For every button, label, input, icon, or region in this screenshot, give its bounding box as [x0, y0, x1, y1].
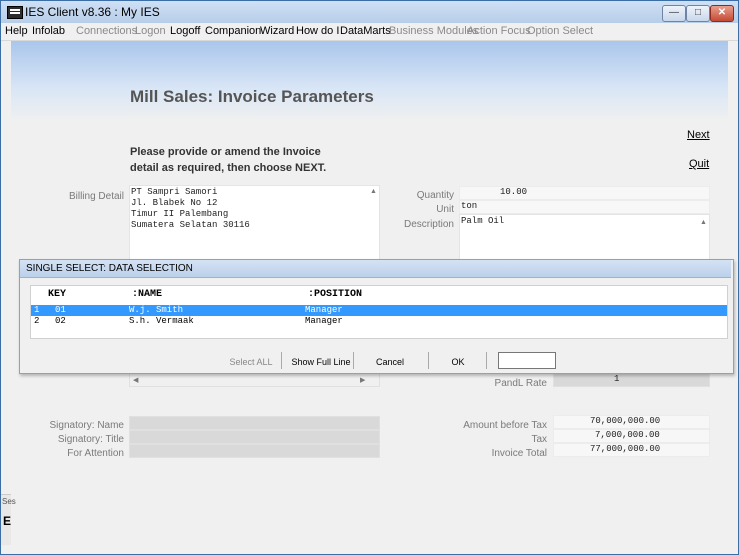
next-link[interactable]: Next — [687, 129, 710, 141]
row-name: S.h. Vermaak — [129, 316, 194, 326]
invoice-total-field: 77,000,000.00 — [553, 443, 710, 457]
minimize-button[interactable]: — — [662, 5, 686, 22]
signatory-title-label: Signatory: Title — [57, 434, 124, 445]
scroll-up-arrow-icon[interactable]: ▲ — [700, 219, 707, 226]
menu-action-focus[interactable]: Action Focus — [467, 25, 531, 37]
show-full-line-button[interactable]: Show Full Line — [291, 354, 351, 370]
row-position: Manager — [305, 305, 343, 315]
quantity-label: Quantity — [416, 190, 454, 201]
menu-infolab[interactable]: Infolab — [32, 25, 65, 37]
filter-input[interactable] — [498, 352, 556, 369]
invoice-total-value: 77,000,000.00 — [590, 444, 661, 454]
signatory-title-field[interactable] — [129, 430, 380, 444]
tax-value: 7,000,000.00 — [595, 430, 660, 440]
billing-line-3: Timur II Palembang — [131, 209, 229, 219]
table-row[interactable]: 2 02 S.h. Vermaak Manager — [31, 316, 727, 327]
row-number: 2 — [34, 316, 40, 326]
billing-detail-textarea[interactable]: PT Sampri Samori Jl. Blabek No 12 Timur … — [129, 185, 380, 261]
quantity-value: 10.00 — [500, 187, 528, 197]
billing-line-4: Sumatera Selatan 30116 — [131, 220, 250, 230]
row-key: 01 — [55, 305, 66, 315]
quit-link[interactable]: Quit — [689, 158, 709, 170]
cancel-button[interactable]: Cancel — [366, 354, 414, 370]
unit-value: ton — [461, 201, 478, 211]
instructions: Please provide or amend the Invoice deta… — [130, 144, 370, 176]
menu-bar: Help Infolab Connections Logon Logoff Co… — [1, 23, 738, 41]
billing-line-1: PT Sampri Samori — [131, 187, 218, 197]
select-all-button[interactable]: Select ALL — [226, 354, 276, 370]
header-band — [11, 41, 728, 121]
row-key: 02 — [55, 316, 66, 326]
for-attention-field[interactable] — [129, 444, 380, 458]
selection-grid[interactable]: KEY :NAME :POSITION 1 01 W.j. Smith Mana… — [30, 285, 728, 339]
billing-detail-label: Billing Detail — [68, 191, 124, 202]
unit-field[interactable]: ton — [459, 200, 710, 214]
menu-logoff[interactable]: Logoff — [170, 25, 200, 37]
dialog-title: SINGLE SELECT: DATA SELECTION — [20, 260, 731, 278]
button-separator — [281, 352, 282, 369]
menu-datamarts[interactable]: DataMarts — [340, 25, 391, 37]
for-attention-label: For Attention — [67, 448, 124, 459]
row-number: 1 — [34, 305, 40, 315]
close-button[interactable]: ✕ — [710, 5, 734, 22]
tax-label: Tax — [531, 434, 547, 445]
title-bar: IES Client v8.36 : My IES — □ ✕ — [1, 1, 738, 24]
row-position: Manager — [305, 316, 343, 326]
button-separator — [353, 352, 354, 369]
column-header-key[interactable]: KEY — [48, 289, 66, 300]
scroll-left-arrow-icon[interactable]: ◀ — [133, 376, 138, 384]
tax-field: 7,000,000.00 — [553, 429, 710, 443]
amount-before-tax-field: 70,000,000.00 — [553, 415, 710, 429]
side-panel-text: Ses — [2, 497, 16, 506]
signatory-name-label: Signatory: Name — [49, 420, 124, 431]
pandl-rate-value: 1 — [614, 374, 620, 384]
menu-logon[interactable]: Logon — [135, 25, 166, 37]
menu-option-select[interactable]: Option Select — [527, 25, 593, 37]
horizontal-scrollbar[interactable]: ◀ ▶ — [129, 373, 380, 387]
table-row[interactable]: 1 01 W.j. Smith Manager — [31, 305, 727, 316]
menu-how-do-i[interactable]: How do I — [296, 25, 339, 37]
scroll-right-arrow-icon[interactable]: ▶ — [360, 376, 365, 384]
button-separator — [428, 352, 429, 369]
amount-before-tax-value: 70,000,000.00 — [590, 416, 661, 426]
page-title: Mill Sales: Invoice Parameters — [130, 87, 374, 106]
quantity-field[interactable]: 10.00 — [459, 186, 710, 200]
description-label: Description — [403, 219, 454, 230]
scroll-up-arrow-icon[interactable]: ▲ — [370, 188, 377, 195]
menu-connections[interactable]: Connections — [76, 25, 137, 37]
description-textarea[interactable]: Palm Oil ▲ — [459, 214, 710, 260]
pandl-rate-field[interactable]: 1 — [553, 373, 710, 387]
row-name: W.j. Smith — [129, 305, 184, 315]
instructions-line-1: Please provide or amend the Invoice — [130, 146, 321, 158]
column-header-name[interactable]: :NAME — [132, 289, 162, 300]
pandl-rate-label: PandL Rate — [494, 378, 547, 389]
unit-label: Unit — [436, 204, 454, 215]
column-header-position[interactable]: :POSITION — [308, 289, 362, 300]
data-selection-dialog: SINGLE SELECT: DATA SELECTION KEY :NAME … — [19, 259, 734, 374]
menu-wizard[interactable]: Wizard — [260, 25, 294, 37]
menu-companion[interactable]: Companion — [205, 25, 261, 37]
menu-business-modules[interactable]: Business Modules — [389, 25, 478, 37]
ok-button[interactable]: OK — [438, 354, 478, 370]
signatory-name-field[interactable] — [129, 416, 380, 430]
window-title: IES Client v8.36 : My IES — [25, 5, 160, 19]
description-value: Palm Oil — [461, 216, 505, 226]
amount-before-tax-label: Amount before Tax — [463, 420, 547, 431]
side-panel-glyph: E — [3, 514, 12, 528]
billing-line-2: Jl. Blabek No 12 — [131, 198, 218, 208]
app-window: IES Client v8.36 : My IES — □ ✕ Help Inf… — [0, 0, 739, 555]
invoice-total-label: Invoice Total — [491, 448, 547, 459]
app-icon — [7, 6, 23, 19]
button-separator — [486, 352, 487, 369]
menu-help[interactable]: Help — [5, 25, 28, 37]
instructions-line-2: detail as required, then choose NEXT. — [130, 162, 327, 174]
maximize-button[interactable]: □ — [686, 5, 710, 22]
